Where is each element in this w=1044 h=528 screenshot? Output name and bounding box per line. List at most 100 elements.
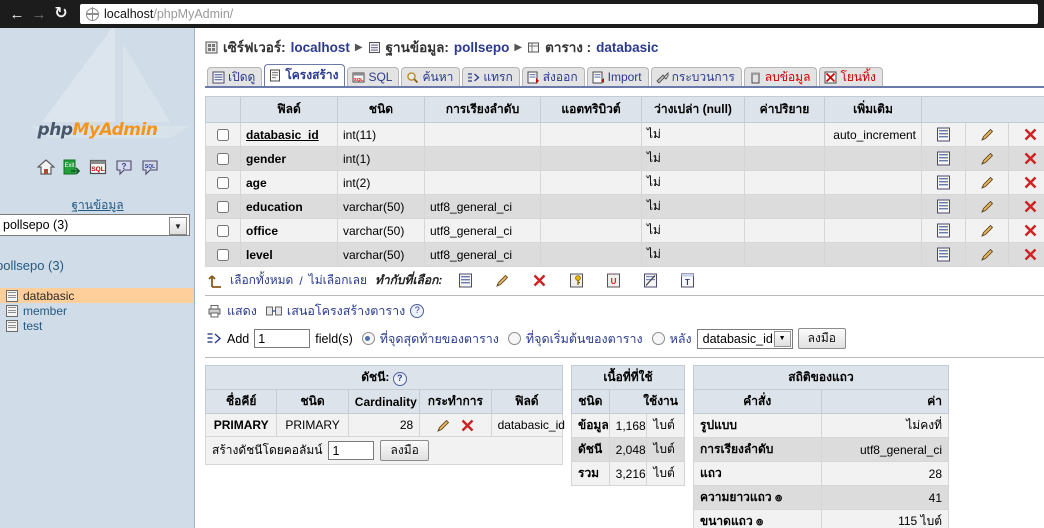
help-icon[interactable]: ?	[410, 304, 425, 318]
back-arrow-icon[interactable]: ←	[6, 3, 28, 25]
edit-pencil-icon[interactable]	[495, 273, 510, 288]
cell-action[interactable]	[1008, 242, 1044, 267]
radio-beginning-of-table[interactable]	[507, 332, 521, 345]
tab-empty[interactable]: ลบข้อมูล	[743, 67, 818, 86]
cell-action[interactable]	[964, 170, 1010, 195]
reload-icon[interactable]: ↻	[50, 3, 72, 25]
row-checkbox-cell[interactable]	[205, 194, 241, 219]
with-selected-action[interactable]: T	[680, 273, 695, 288]
browse-icon[interactable]	[936, 151, 951, 166]
radio-end-of-table-label[interactable]: ที่จุดสุดท้ายของตาราง	[380, 329, 499, 349]
cell-action[interactable]	[921, 194, 966, 219]
browse-icon[interactable]	[458, 273, 473, 288]
exit-icon[interactable]: Exit	[63, 158, 81, 176]
tab-sql[interactable]: SQL SQL	[347, 67, 400, 86]
create-index-submit-button[interactable]: ลงมือ	[380, 440, 429, 461]
tab-import[interactable]: Import	[586, 67, 649, 86]
row-checkbox[interactable]	[217, 201, 229, 214]
with-selected-action[interactable]	[643, 273, 658, 288]
cell-action[interactable]	[921, 218, 966, 243]
radio-after-field-label[interactable]: หลัง	[670, 329, 692, 349]
propose-label[interactable]: เสนอโครงสร้างตาราง	[287, 301, 405, 321]
chevron-down-icon[interactable]: ▼	[773, 330, 791, 347]
sql-help-icon[interactable]: SQL	[141, 158, 159, 176]
drop-x-icon[interactable]	[1023, 151, 1038, 166]
cell-action[interactable]	[964, 146, 1010, 171]
with-selected-action[interactable]	[495, 273, 510, 288]
cell-action[interactable]	[964, 218, 1010, 243]
sql-icon[interactable]: SQL	[89, 158, 107, 176]
browse-icon[interactable]	[936, 199, 951, 214]
add-field-count-input[interactable]	[254, 329, 311, 348]
tab-operations[interactable]: กระบวนการ	[650, 67, 742, 86]
row-checkbox-cell[interactable]	[205, 218, 241, 243]
drop-x-icon[interactable]	[460, 418, 475, 433]
drop-x-icon[interactable]	[1023, 127, 1038, 142]
table-list-item-databasic[interactable]: databasic	[0, 288, 194, 303]
drop-x-icon[interactable]	[1023, 175, 1038, 190]
edit-pencil-icon[interactable]	[980, 223, 995, 238]
edit-pencil-icon[interactable]	[980, 247, 995, 262]
forward-arrow-icon[interactable]: →	[28, 3, 50, 25]
add-field-submit-button[interactable]: ลงมือ	[797, 328, 846, 349]
with-selected-action[interactable]	[458, 273, 473, 288]
browse-icon[interactable]	[936, 127, 951, 142]
row-checkbox[interactable]	[217, 177, 229, 190]
row-checkbox-cell[interactable]	[205, 242, 241, 267]
with-selected-action[interactable]	[532, 273, 547, 288]
drop-x-icon[interactable]	[1023, 199, 1038, 214]
with-selected-action[interactable]	[569, 273, 584, 288]
tab-search[interactable]: ค้นหา	[401, 67, 461, 86]
edit-pencil-icon[interactable]	[436, 418, 451, 433]
browse-icon[interactable]	[936, 175, 951, 190]
check-all-link[interactable]: เลือกทั้งหมด	[230, 271, 293, 290]
breadcrumb-server-value[interactable]: localhost	[291, 40, 350, 55]
row-checkbox[interactable]	[217, 129, 229, 142]
browse-icon[interactable]	[936, 223, 951, 238]
index-icon[interactable]	[643, 273, 658, 288]
cell-action[interactable]	[964, 122, 1010, 147]
cell-action[interactable]	[1008, 194, 1044, 219]
tab-structure[interactable]: โครงสร้าง	[264, 64, 346, 86]
table-list-item-test[interactable]: test	[0, 318, 194, 333]
cell-action[interactable]	[921, 242, 966, 267]
uncheck-all-link[interactable]: ไม่เลือกเลย	[309, 271, 367, 290]
browse-icon[interactable]	[936, 247, 951, 262]
cell-action[interactable]	[964, 194, 1010, 219]
edit-pencil-icon[interactable]	[980, 175, 995, 190]
row-checkbox[interactable]	[217, 225, 229, 238]
drop-x-icon[interactable]	[1023, 223, 1038, 238]
drop-x-icon[interactable]	[532, 273, 547, 288]
row-checkbox-cell[interactable]	[205, 170, 241, 195]
radio-after-field[interactable]	[651, 332, 665, 345]
cell-action[interactable]	[1008, 218, 1044, 243]
cell-action[interactable]	[964, 242, 1010, 267]
drop-x-icon[interactable]	[1023, 247, 1038, 262]
cell-action[interactable]	[921, 146, 966, 171]
breadcrumb-table-value[interactable]: databasic	[596, 40, 658, 55]
chevron-down-icon[interactable]: ▼	[169, 217, 187, 235]
radio-beginning-of-table-label[interactable]: ที่จุดเริ่มต้นของตาราง	[526, 329, 643, 349]
print-label[interactable]: แสดง	[227, 301, 257, 321]
cell-action[interactable]	[1008, 146, 1044, 171]
edit-pencil-icon[interactable]	[980, 199, 995, 214]
home-icon[interactable]	[36, 158, 55, 176]
cell-action[interactable]	[921, 170, 966, 195]
tab-browse[interactable]: เปิดดู	[207, 67, 263, 86]
cell-action[interactable]	[921, 122, 966, 147]
radio-end-of-table[interactable]	[361, 332, 375, 345]
edit-pencil-icon[interactable]	[980, 151, 995, 166]
tab-drop[interactable]: โยนทิ้ง	[819, 67, 883, 86]
after-field-select[interactable]: databasic_id ▼	[696, 328, 793, 349]
row-checkbox-cell[interactable]	[205, 146, 241, 171]
row-checkbox[interactable]	[217, 153, 229, 166]
row-checkbox[interactable]	[217, 249, 229, 262]
fulltext-icon[interactable]: T	[680, 273, 695, 288]
cell-action[interactable]	[1008, 170, 1044, 195]
help-icon[interactable]: ?	[392, 372, 407, 386]
unique-index-icon[interactable]: U	[606, 273, 621, 288]
primary-key-icon[interactable]	[569, 273, 584, 288]
address-bar[interactable]: localhost/phpMyAdmin/	[80, 4, 1038, 24]
cell-action[interactable]	[1008, 122, 1044, 147]
tab-export[interactable]: ส่งออก	[521, 67, 585, 86]
